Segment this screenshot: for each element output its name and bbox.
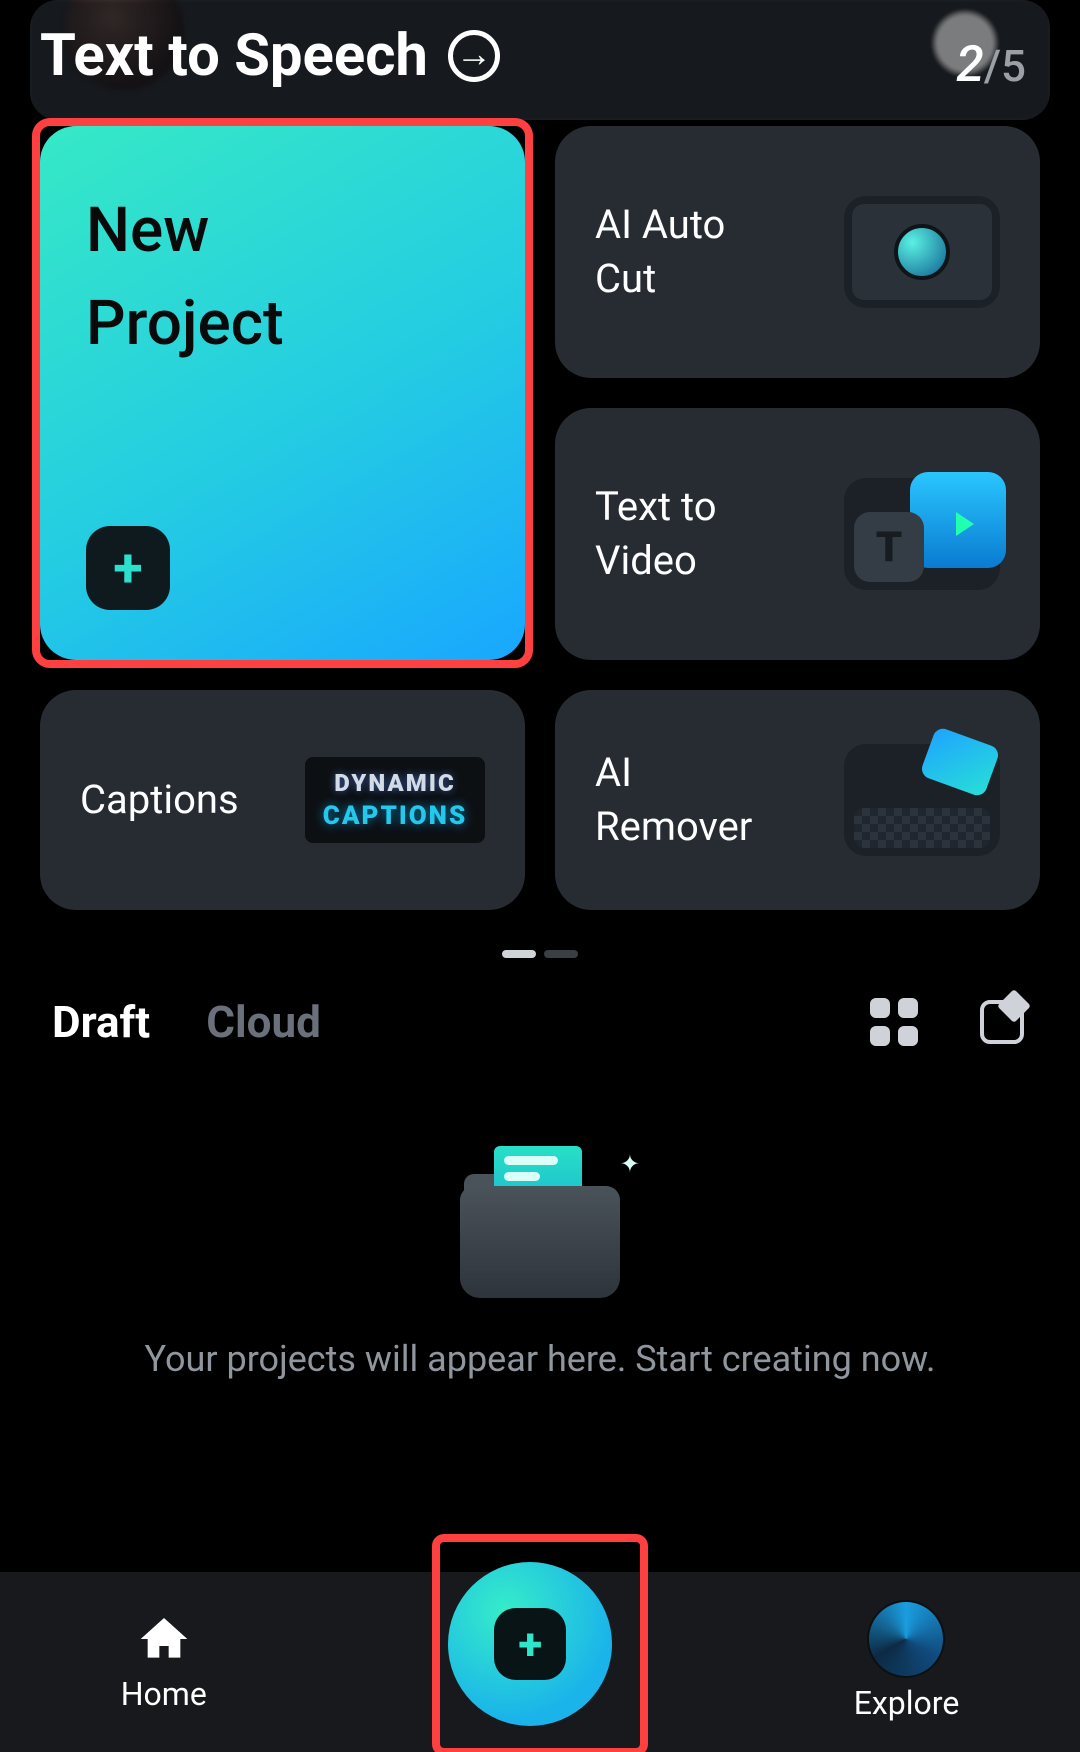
card-label: Text to Video: [595, 480, 717, 588]
ai-auto-cut-icon: [844, 196, 1000, 308]
ai-remover-card[interactable]: AI Remover: [555, 690, 1040, 910]
nav-explore[interactable]: Explore: [854, 1602, 960, 1722]
explore-icon: [869, 1602, 943, 1676]
empty-text: Your projects will appear here. Start cr…: [145, 1338, 936, 1380]
card-label: AI Remover: [595, 746, 752, 854]
empty-folder-icon: ✦: [460, 1168, 620, 1298]
page-indicator: [0, 950, 1080, 958]
grid-view-icon[interactable]: [868, 996, 920, 1048]
ai-auto-cut-card[interactable]: AI Auto Cut: [555, 126, 1040, 378]
new-project-label: New Project: [86, 184, 284, 370]
nav-label: Explore: [854, 1684, 960, 1722]
arrow-right-icon[interactable]: [448, 30, 500, 82]
home-icon: [136, 1611, 192, 1667]
page-counter: 2/5: [956, 36, 1026, 94]
card-label: AI Auto Cut: [595, 198, 725, 306]
text-to-video-icon: T: [844, 478, 1000, 590]
dynamic-captions-icon: DYNAMIC CAPTIONS: [305, 757, 485, 843]
card-label: Captions: [80, 773, 239, 827]
page-title: Text to Speech: [40, 22, 500, 90]
empty-state: ✦ Your projects will appear here. Start …: [0, 1168, 1080, 1380]
plus-icon: +: [86, 526, 170, 610]
title-text: Text to Speech: [40, 22, 428, 90]
nav-label: Home: [121, 1675, 207, 1713]
plus-icon: +: [494, 1608, 566, 1680]
text-to-video-card[interactable]: Text to Video T: [555, 408, 1040, 660]
tab-cloud[interactable]: Cloud: [206, 996, 321, 1048]
new-project-card[interactable]: New Project +: [40, 126, 525, 660]
edit-icon[interactable]: [976, 996, 1028, 1048]
ai-remover-icon: [844, 744, 1000, 856]
nav-home[interactable]: Home: [121, 1611, 207, 1713]
tab-draft[interactable]: Draft: [52, 996, 150, 1048]
create-fab[interactable]: +: [448, 1562, 612, 1726]
bottom-nav: Home + Explore: [0, 1572, 1080, 1752]
captions-card[interactable]: Captions DYNAMIC CAPTIONS: [40, 690, 525, 910]
